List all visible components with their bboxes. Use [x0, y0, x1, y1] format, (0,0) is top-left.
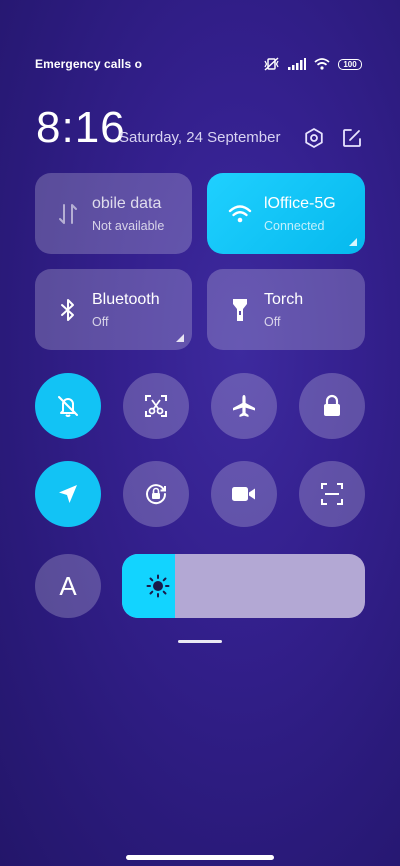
- font-size-button[interactable]: A: [35, 554, 101, 618]
- lock-icon: [324, 394, 340, 416]
- clock: 8:16: [36, 103, 126, 152]
- panel-drag-handle[interactable]: [178, 640, 222, 643]
- battery-indicator: 100: [338, 58, 362, 70]
- tile-title: lOffice-5G: [264, 195, 336, 212]
- tile-subtitle: Connected: [264, 219, 325, 233]
- status-carrier-text: Emergency calls o: [35, 57, 143, 71]
- status-bar: Emergency calls o 100: [35, 55, 362, 73]
- wifi-icon: [227, 201, 253, 227]
- settings-button[interactable]: [302, 126, 326, 150]
- toggle-lock[interactable]: [299, 373, 365, 439]
- clock-row: 8:16 Saturday, 24 September: [36, 104, 364, 152]
- font-size-label: A: [59, 570, 77, 601]
- toggle-screen-record[interactable]: [211, 461, 277, 527]
- toggle-airplane[interactable]: [211, 373, 277, 439]
- tile-torch[interactable]: Torch Off: [207, 269, 365, 350]
- vibrate-off-icon: [264, 57, 279, 71]
- screen-record-icon: [232, 487, 255, 501]
- date-label: Saturday, 24 September: [119, 129, 281, 146]
- airplane-icon: [233, 395, 255, 417]
- tile-expand-corner[interactable]: [176, 334, 184, 342]
- rotation-lock-icon: [146, 484, 167, 505]
- wifi-status-icon: [314, 58, 330, 70]
- tile-subtitle: Off: [92, 315, 109, 329]
- toggle-scanner[interactable]: [299, 461, 365, 527]
- tile-expand-corner[interactable]: [349, 238, 357, 246]
- screenshot-icon: [145, 395, 167, 417]
- scanner-icon: [321, 483, 343, 505]
- tile-wifi[interactable]: lOffice-5G Connected: [207, 173, 365, 254]
- toggle-rotation-lock[interactable]: [123, 461, 189, 527]
- toggle-screenshot[interactable]: [123, 373, 189, 439]
- edit-button[interactable]: [340, 126, 364, 150]
- tile-title: Torch: [264, 291, 304, 308]
- brightness-icon: [146, 574, 170, 598]
- mute-icon: [58, 396, 78, 417]
- bluetooth-icon: [55, 297, 81, 323]
- tile-bluetooth[interactable]: Bluetooth Off: [35, 269, 192, 350]
- tile-mobile-data[interactable]: obile data Not available: [35, 173, 192, 254]
- tile-title: obile data: [92, 195, 162, 212]
- edit-icon: [343, 129, 361, 147]
- location-icon: [59, 485, 77, 503]
- mobile-data-icon: [55, 201, 81, 227]
- settings-icon: [305, 128, 323, 148]
- tile-subtitle: Off: [264, 315, 281, 329]
- brightness-slider[interactable]: [122, 554, 365, 618]
- status-icons: 100: [264, 57, 362, 71]
- toggle-mute[interactable]: [35, 373, 101, 439]
- signal-icon: [288, 58, 306, 70]
- tile-subtitle: Not available: [92, 219, 165, 233]
- home-indicator[interactable]: [126, 855, 274, 860]
- tile-title: Bluetooth: [92, 291, 160, 308]
- torch-icon: [227, 297, 253, 323]
- toggle-location[interactable]: [35, 461, 101, 527]
